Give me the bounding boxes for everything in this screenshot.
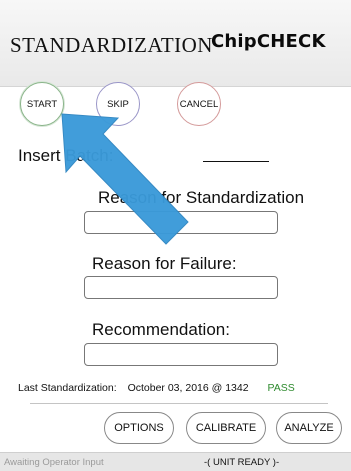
brand-logo-text: ChipCHECK: [211, 31, 326, 52]
recommendation-field[interactable]: [84, 343, 278, 366]
divider: [30, 403, 328, 404]
options-button[interactable]: OPTIONS: [104, 412, 174, 444]
start-button[interactable]: START: [20, 82, 64, 126]
analyze-button[interactable]: ANALYZE: [276, 412, 342, 444]
status-badge: PASS: [267, 382, 295, 394]
standardization-window: STANDARDIZATION ChipCHECK START SKIP CAN…: [0, 0, 351, 471]
status-bar: Awaiting Operator Input -( UNIT READY )-: [0, 452, 351, 471]
header-bar: STANDARDIZATION ChipCHECK: [0, 0, 351, 87]
cancel-button[interactable]: CANCEL: [177, 82, 221, 126]
last-standardization-date: October 03, 2016 @ 1342: [127, 382, 249, 394]
reason-standardization-label: Reason for Standardization: [98, 188, 305, 207]
recommendation-label: Recommendation:: [92, 320, 230, 339]
status-message: Awaiting Operator Input: [4, 457, 104, 468]
last-standardization-row: Last Standardization: October 03, 2016 @…: [18, 382, 295, 394]
reason-failure-field[interactable]: [84, 276, 278, 299]
reason-standardization-field[interactable]: [84, 211, 278, 234]
skip-button[interactable]: SKIP: [96, 82, 140, 126]
page-title: STANDARDIZATION: [10, 33, 213, 57]
batch-label: Insert Batch:: [18, 146, 114, 165]
reason-failure-label: Reason for Failure:: [92, 254, 237, 273]
batch-input-line[interactable]: [203, 161, 269, 162]
last-standardization-label: Last Standardization:: [18, 382, 117, 394]
unit-status: -( UNIT READY )-: [204, 457, 280, 468]
calibrate-button[interactable]: CALIBRATE: [186, 412, 266, 444]
